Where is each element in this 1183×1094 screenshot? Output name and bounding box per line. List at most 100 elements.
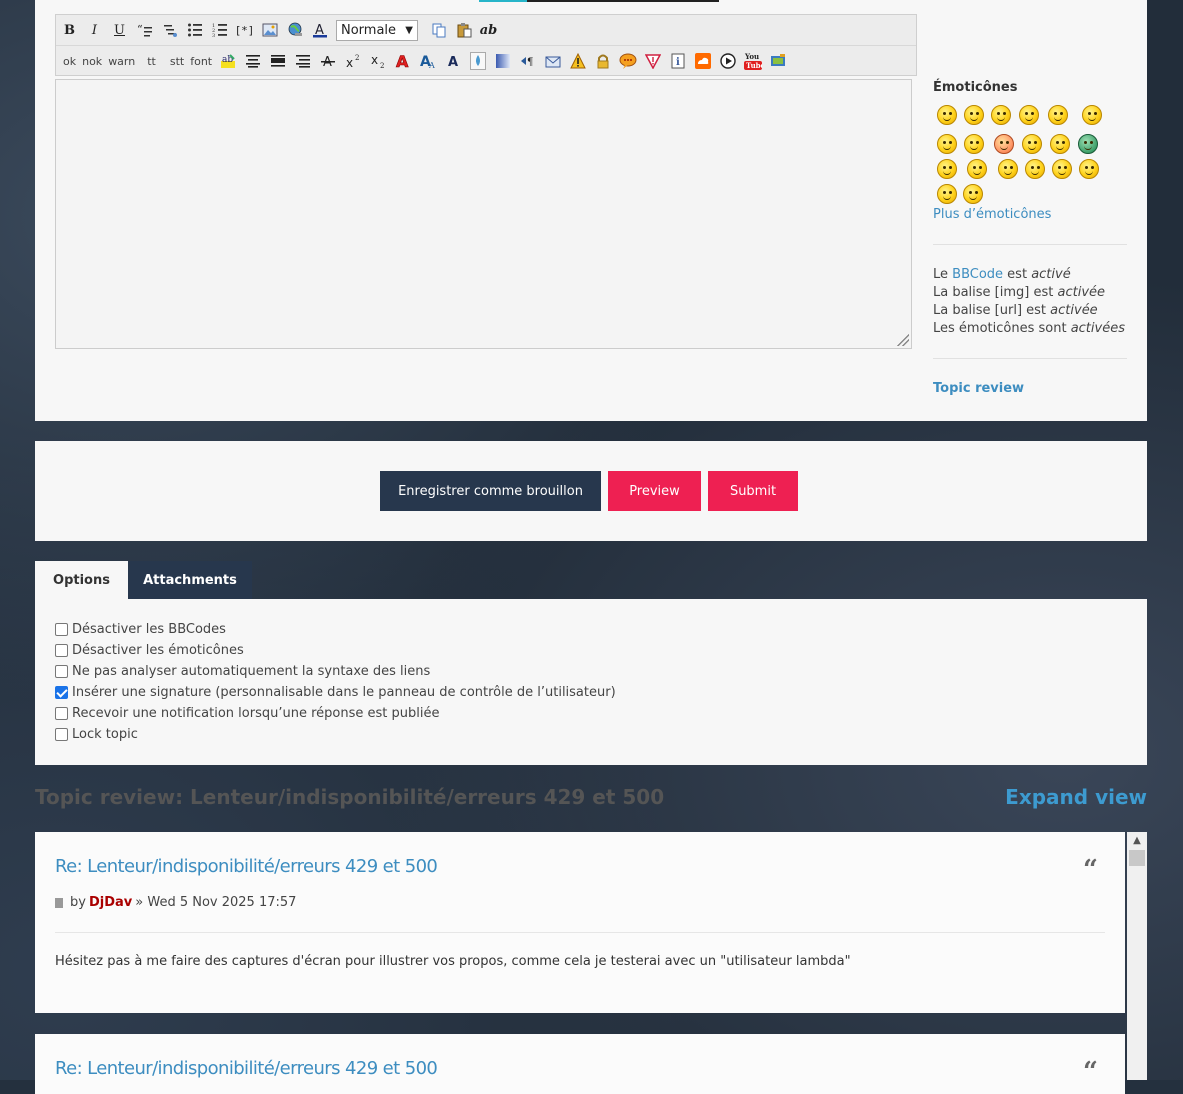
warn-button[interactable]: warn	[105, 50, 138, 72]
editor-panel: B I U “ 123 [*] A Normale ▼ ab ok nok wa…	[35, 0, 1147, 421]
list-item-icon[interactable]: [*]	[232, 19, 257, 41]
scroll-thumb[interactable]	[1129, 850, 1145, 866]
svg-text:A: A	[396, 52, 409, 70]
font-shadow-icon[interactable]: A	[440, 50, 465, 72]
thumbsup-emoticon-icon[interactable]	[967, 159, 987, 179]
more-emoticons-link[interactable]: Plus d’émoticônes	[933, 207, 1051, 222]
font-size-select[interactable]: Normale ▼	[336, 19, 418, 41]
checkbox[interactable]	[55, 664, 68, 678]
option-disable-magic-url: Ne pas analyser automatiquement la synta…	[55, 661, 430, 681]
post-title-link[interactable]: Re: Lenteur/indisponibilité/erreurs 429 …	[55, 856, 438, 877]
speech-icon[interactable]	[615, 50, 640, 72]
svg-text:i: i	[676, 57, 680, 68]
bold-button[interactable]: B	[57, 19, 82, 41]
content-emoticon-icon[interactable]	[937, 134, 957, 154]
laugh-emoticon-icon[interactable]	[991, 105, 1011, 125]
checkbox[interactable]	[55, 622, 68, 636]
ok-button[interactable]: ok	[60, 50, 79, 72]
media-icon[interactable]	[765, 50, 790, 72]
smile-emoticon-icon[interactable]	[937, 105, 957, 125]
direction-icon[interactable]: ¶	[515, 50, 540, 72]
bbcode-status: Le BBCode est activé La balise [img] est…	[933, 267, 1125, 336]
youtube-icon[interactable]: YouTube	[740, 50, 765, 72]
superscript-icon[interactable]: x2	[340, 50, 365, 72]
link-globe-icon[interactable]	[282, 19, 307, 41]
tt-button[interactable]: tt	[144, 50, 159, 72]
save-draft-button[interactable]: Enregistrer comme brouillon	[380, 471, 601, 511]
copy-icon[interactable]	[426, 19, 451, 41]
italic-button[interactable]: I	[82, 19, 107, 41]
blush-emoticon-icon[interactable]	[994, 134, 1014, 154]
resize-handle-icon[interactable]	[897, 334, 909, 346]
info-icon[interactable]: i	[665, 50, 690, 72]
underline-button[interactable]: U	[107, 19, 132, 41]
subscript-icon[interactable]: x2	[365, 50, 390, 72]
tongue-emoticon-icon[interactable]	[1022, 134, 1042, 154]
soundcloud-icon[interactable]	[690, 50, 715, 72]
highlight-icon[interactable]: ab	[215, 50, 240, 72]
eek-emoticon-icon[interactable]	[1025, 159, 1045, 179]
spoiler-icon[interactable]	[640, 50, 665, 72]
surprised-emoticon-icon[interactable]	[998, 159, 1018, 179]
checkbox[interactable]	[55, 727, 68, 741]
code-icon[interactable]	[157, 19, 182, 41]
quote-icon[interactable]: “	[1083, 1059, 1098, 1085]
svg-text:x: x	[346, 56, 353, 69]
align-right-icon[interactable]	[290, 50, 315, 72]
options-panel: Désactiver les BBCodes Désactiver les ém…	[35, 599, 1147, 765]
cool-emoticon-icon[interactable]	[1050, 134, 1070, 154]
gradient-icon[interactable]	[490, 50, 515, 72]
sick-emoticon-icon[interactable]	[1078, 134, 1098, 154]
message-textarea[interactable]	[55, 79, 912, 349]
divider	[933, 244, 1127, 245]
paste-icon[interactable]	[451, 19, 476, 41]
spellcheck-icon[interactable]: ab	[476, 19, 501, 41]
razz-emoticon-icon[interactable]	[963, 184, 983, 204]
shocked-emoticon-icon[interactable]	[1079, 159, 1099, 179]
scroll-up-arrow-icon[interactable]: ▲	[1127, 832, 1147, 848]
ordered-list-icon[interactable]: 123	[207, 19, 232, 41]
topic-review-link[interactable]: Topic review	[933, 381, 1024, 396]
font-button[interactable]: font	[187, 50, 215, 72]
toolbar-row-2: ok nok warn tt stt font ab A x2 x 2 A A …	[56, 46, 916, 76]
align-center-icon[interactable]	[240, 50, 265, 72]
checkbox-checked[interactable]	[55, 685, 68, 699]
text-color-icon[interactable]: A	[307, 19, 332, 41]
bbcode-link[interactable]: BBCode	[952, 267, 1003, 282]
svg-text:2: 2	[355, 54, 359, 62]
checkbox[interactable]	[55, 706, 68, 720]
expand-view-link[interactable]: Expand view	[1005, 785, 1147, 809]
rolleyes-emoticon-icon[interactable]	[937, 184, 957, 204]
wink-emoticon-icon[interactable]	[1082, 105, 1102, 125]
checkbox[interactable]	[55, 643, 68, 657]
submit-button[interactable]: Submit	[708, 471, 798, 511]
search-emoticon-icon[interactable]	[964, 134, 984, 154]
font-red-icon[interactable]: A	[390, 50, 415, 72]
grin-emoticon-icon[interactable]	[964, 105, 984, 125]
preview-button[interactable]: Preview	[608, 471, 701, 511]
neutral-emoticon-icon[interactable]	[1052, 159, 1072, 179]
lock-icon[interactable]	[590, 50, 615, 72]
nok-button[interactable]: nok	[79, 50, 105, 72]
lol-emoticon-icon[interactable]	[1048, 105, 1068, 125]
stt-button[interactable]: stt	[167, 50, 187, 72]
mail-icon[interactable]	[540, 50, 565, 72]
tab-options[interactable]: Options	[35, 561, 128, 599]
svg-text:A: A	[448, 55, 458, 70]
confused-emoticon-icon[interactable]	[937, 159, 957, 179]
unordered-list-icon[interactable]	[182, 19, 207, 41]
drop-icon[interactable]	[465, 50, 490, 72]
strikethrough-icon[interactable]: A	[315, 50, 340, 72]
font-size-icon[interactable]: AA	[415, 50, 440, 72]
happy-emoticon-icon[interactable]	[1019, 105, 1039, 125]
tab-attachments[interactable]: Attachments	[128, 561, 252, 599]
image-icon[interactable]	[257, 19, 282, 41]
align-justify-icon[interactable]	[265, 50, 290, 72]
quote-icon[interactable]: “	[1083, 857, 1098, 883]
author-link[interactable]: DjDav	[89, 895, 132, 910]
quote-icon[interactable]: “	[132, 19, 157, 41]
play-icon[interactable]	[715, 50, 740, 72]
post-title-link[interactable]: Re: Lenteur/indisponibilité/erreurs 429 …	[55, 1058, 438, 1079]
review-scrollbar[interactable]: ▲	[1127, 832, 1147, 1080]
warning-icon[interactable]	[565, 50, 590, 72]
